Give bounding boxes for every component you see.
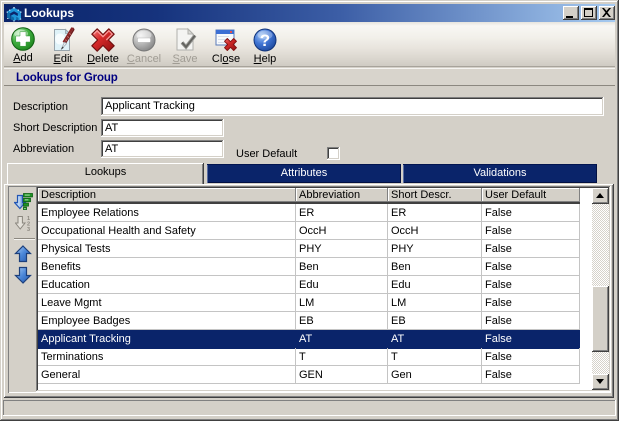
svg-text:?: ?	[260, 31, 270, 50]
svg-text:3: 3	[27, 227, 30, 231]
